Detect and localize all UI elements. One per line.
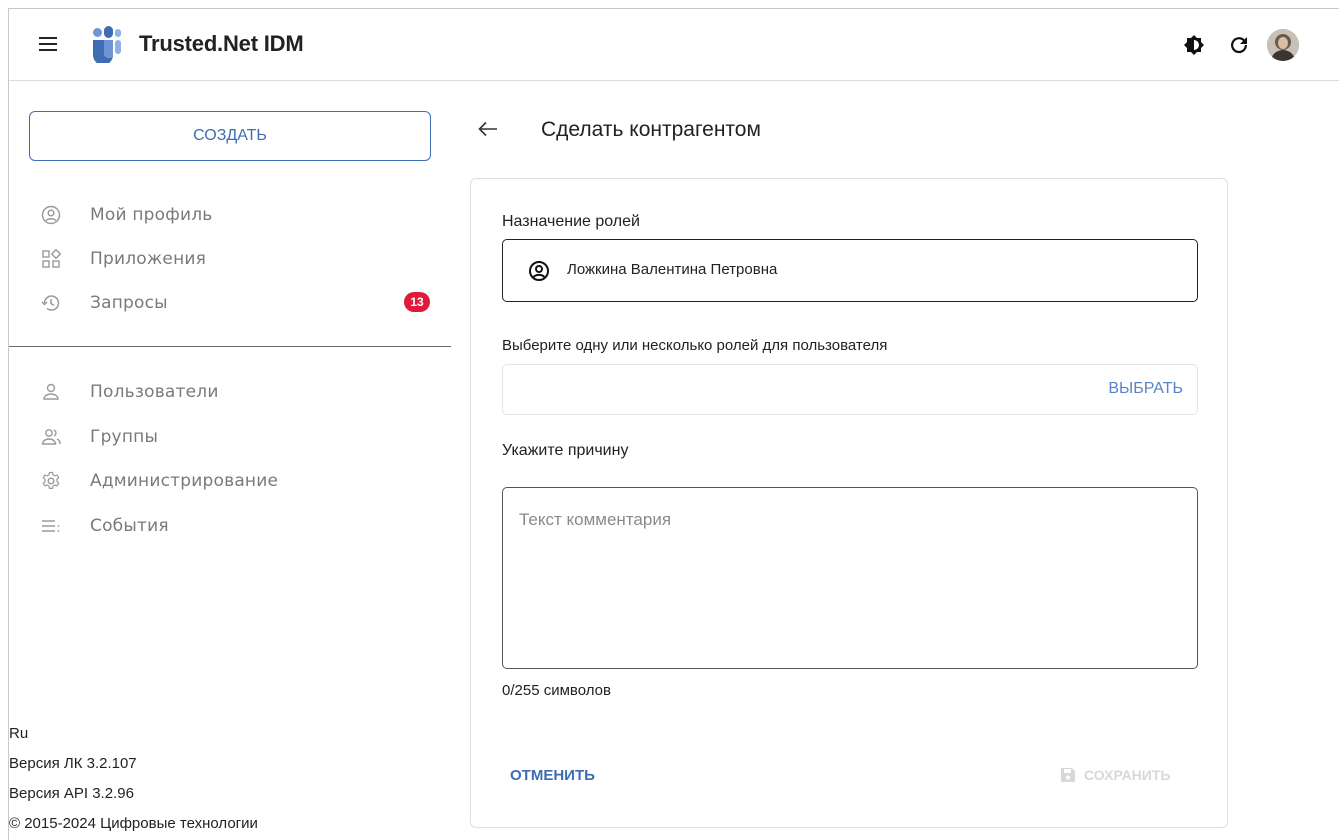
character-counter: 0/255 символов	[502, 682, 611, 699]
roles-select-field[interactable]: ВЫБРАТЬ	[502, 364, 1198, 415]
api-version: Версия API 3.2.96	[9, 785, 134, 802]
sidebar-item-label: Приложения	[90, 249, 207, 269]
person-icon	[43, 383, 59, 400]
sidebar-item-label: Мой профиль	[90, 205, 213, 225]
back-arrow-icon[interactable]	[477, 118, 499, 140]
user-avatar[interactable]	[1267, 29, 1299, 61]
selected-user-field: Ложкина Валентина Петровна	[502, 239, 1198, 302]
apps-icon	[42, 249, 61, 268]
account-circle-icon	[41, 205, 61, 225]
copyright: © 2015-2024 Цифровые технологии	[9, 815, 258, 832]
sidebar-item-administration[interactable]: Администрирование	[9, 461, 451, 501]
menu-icon[interactable]	[39, 37, 57, 51]
group-icon	[41, 429, 61, 445]
cancel-button[interactable]: ОТМЕНИТЬ	[510, 767, 595, 784]
app-header: Trusted.Net IDM	[9, 9, 1339, 81]
comment-textarea[interactable]	[502, 487, 1198, 669]
history-icon	[41, 295, 60, 311]
create-button[interactable]: СОЗДАТЬ	[29, 111, 431, 161]
sidebar-item-label: Запросы	[90, 293, 168, 313]
page-title: Сделать контрагентом	[541, 118, 761, 141]
sidebar-item-label: Пользователи	[90, 382, 219, 402]
requests-count-badge: 13	[404, 292, 430, 312]
reason-label: Укажите причину	[502, 442, 629, 459]
app-logo	[93, 26, 121, 63]
sidebar-item-users[interactable]: Пользователи	[9, 372, 451, 412]
save-icon	[1061, 768, 1075, 782]
brightness-icon[interactable]	[1182, 33, 1206, 57]
refresh-icon[interactable]	[1227, 33, 1251, 57]
sidebar-item-label: Группы	[90, 427, 159, 447]
sidebar-item-my-profile[interactable]: Мой профиль	[9, 195, 451, 235]
sidebar: СОЗДАТЬ Мой профиль Приложения Запросы 1…	[9, 82, 451, 840]
settings-icon	[42, 471, 60, 489]
sidebar-divider	[9, 346, 451, 347]
roles-assignment-label: Назначение ролей	[502, 213, 640, 230]
roles-select-label: Выберите одну или несколько ролей для по…	[502, 337, 888, 354]
language-selector[interactable]: Ru	[9, 725, 28, 742]
event-list-icon	[42, 520, 60, 532]
save-button[interactable]: СОХРАНИТЬ	[1060, 767, 1170, 783]
sidebar-item-events[interactable]: События	[9, 506, 451, 546]
sidebar-item-applications[interactable]: Приложения	[9, 239, 451, 279]
sidebar-item-label: События	[90, 516, 169, 536]
sidebar-item-label: Администрирование	[90, 471, 279, 491]
select-roles-button[interactable]: ВЫБРАТЬ	[1108, 380, 1183, 398]
save-button-label: СОХРАНИТЬ	[1084, 767, 1171, 783]
lk-version: Версия ЛК 3.2.107	[9, 755, 137, 772]
account-circle-icon	[529, 261, 549, 281]
selected-user-name: Ложкина Валентина Петровна	[567, 261, 778, 278]
sidebar-item-groups[interactable]: Группы	[9, 417, 451, 457]
app-title: Trusted.Net IDM	[139, 31, 304, 56]
sidebar-item-requests[interactable]: Запросы 13	[9, 283, 451, 323]
